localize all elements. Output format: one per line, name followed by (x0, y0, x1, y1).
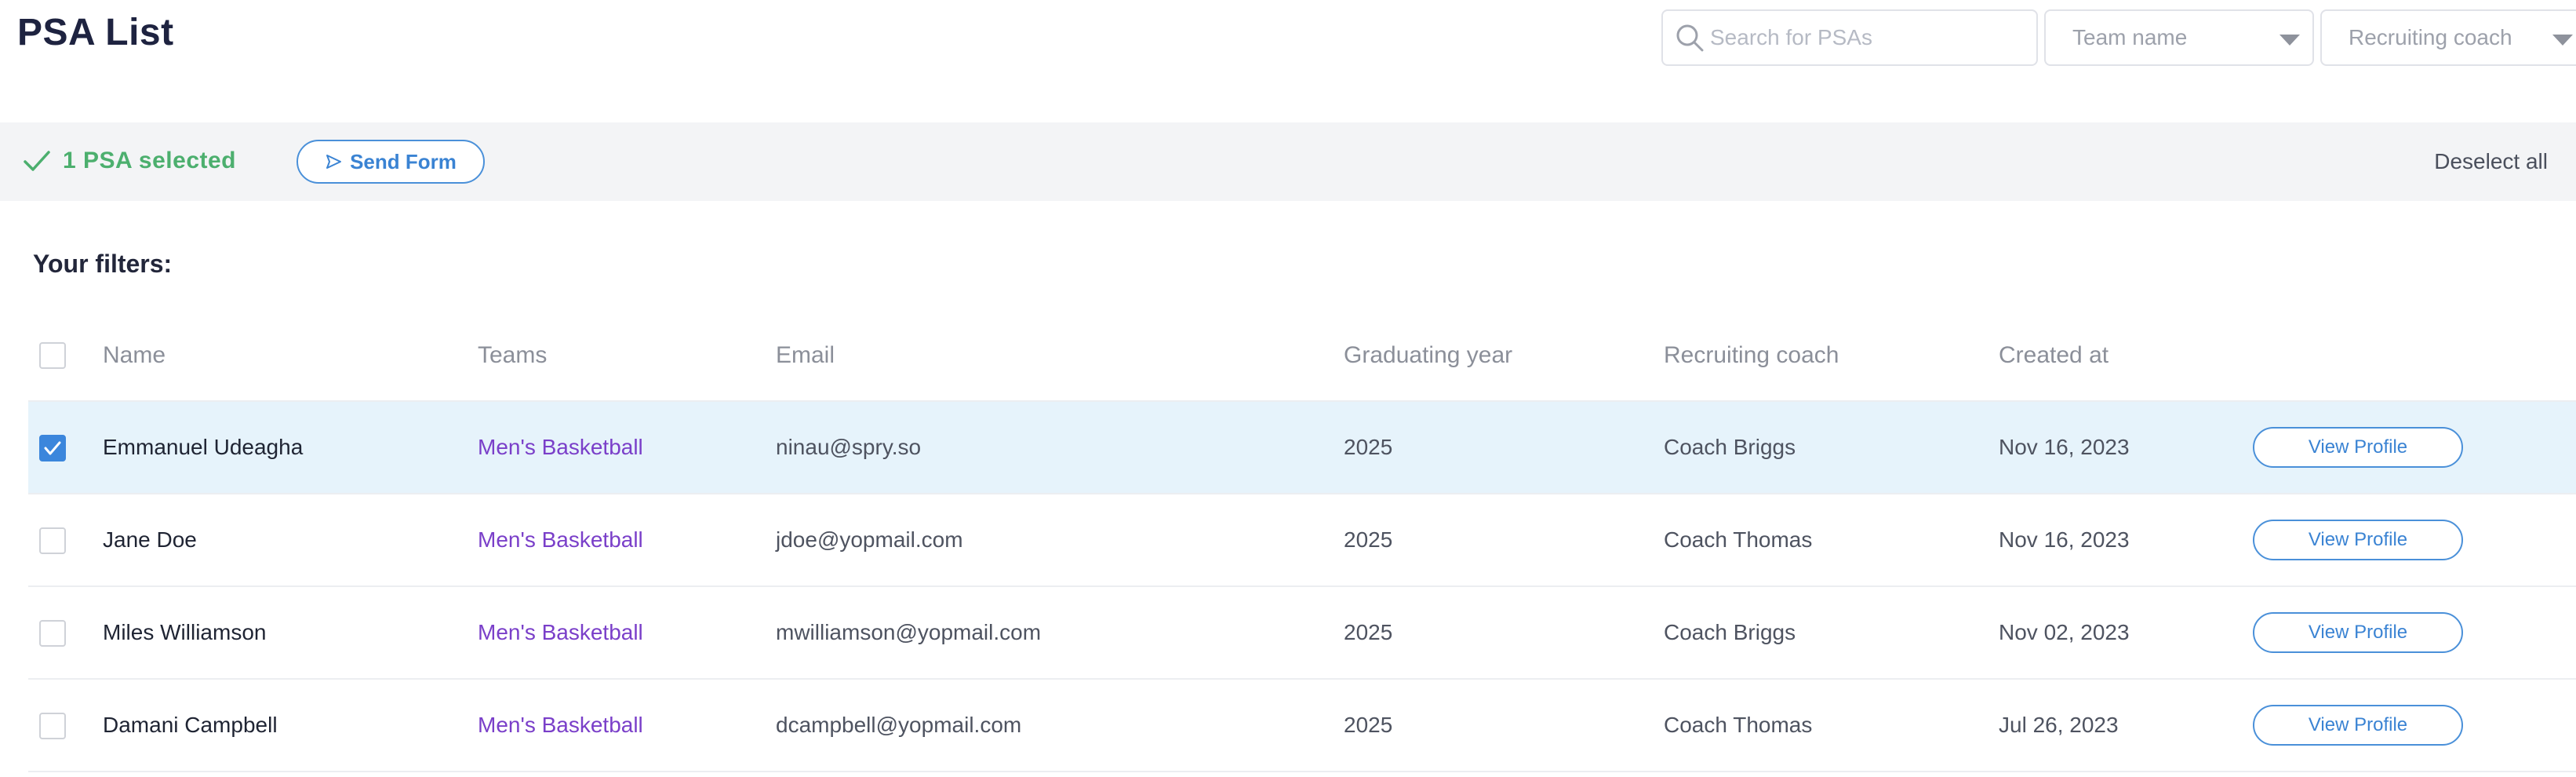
chevron-down-icon (2279, 35, 2300, 46)
page-title: PSA List (17, 12, 174, 53)
psa-team: Men's Basketball (478, 527, 643, 552)
psa-recruiting-coach: Coach Thomas (1664, 527, 1813, 552)
psa-email: dcampbell@yopmail.com (776, 713, 1022, 737)
column-header-created-at[interactable]: Created at (1999, 342, 2108, 369)
select-all-checkbox[interactable] (39, 342, 66, 369)
column-header-name[interactable]: Name (103, 342, 166, 369)
table-row[interactable]: Damani Campbell Men's Basketball dcampbe… (28, 678, 2576, 771)
table-row[interactable]: Jane Doe Men's Basketball jdoe@yopmail.c… (28, 493, 2576, 585)
selection-count-text: 1 PSA selected (63, 148, 236, 173)
psa-name: Miles Williamson (103, 620, 267, 644)
psa-recruiting-coach: Coach Briggs (1664, 435, 1796, 459)
search-icon (1676, 24, 1704, 52)
selection-bar: 1 PSA selected Send Form Deselect all (0, 122, 2576, 201)
your-filters-label: Your filters: (33, 250, 173, 278)
send-form-button[interactable]: Send Form (297, 140, 485, 184)
psa-graduating-year: 2025 (1344, 527, 1393, 552)
psa-graduating-year: 2025 (1344, 713, 1393, 737)
deselect-all-link[interactable]: Deselect all (2434, 149, 2548, 174)
psa-name: Damani Campbell (103, 713, 278, 737)
view-profile-button[interactable]: View Profile (2253, 520, 2463, 560)
psa-created-at: Nov 16, 2023 (1999, 435, 2130, 459)
psa-graduating-year: 2025 (1344, 620, 1393, 644)
column-header-graduating-year[interactable]: Graduating year (1344, 342, 1512, 369)
psa-team: Men's Basketball (478, 620, 643, 644)
view-profile-button[interactable]: View Profile (2253, 427, 2463, 468)
psa-email: mwilliamson@yopmail.com (776, 620, 1042, 644)
psa-graduating-year: 2025 (1344, 435, 1393, 459)
psa-team: Men's Basketball (478, 713, 643, 737)
recruiting-coach-dropdown-value: Recruiting coach (2349, 25, 2512, 49)
column-header-teams[interactable]: Teams (478, 342, 547, 369)
table-row[interactable]: Miles Williamson Men's Basketball mwilli… (28, 585, 2576, 678)
checkmark-icon (44, 441, 61, 455)
row-checkbox[interactable] (39, 713, 66, 739)
psa-team: Men's Basketball (478, 435, 643, 459)
checkmark-icon (24, 151, 50, 171)
table-row[interactable]: Emmanuel Udeagha Men's Basketball ninau@… (28, 400, 2576, 493)
table-bottom-divider (28, 771, 2576, 772)
row-checkbox[interactable] (39, 435, 66, 461)
row-checkbox[interactable] (39, 527, 66, 554)
column-header-email[interactable]: Email (776, 342, 835, 369)
send-icon (326, 155, 342, 169)
psa-recruiting-coach: Coach Briggs (1664, 620, 1796, 644)
row-checkbox[interactable] (39, 620, 66, 647)
send-form-label: Send Form (350, 149, 457, 173)
psa-email: jdoe@yopmail.com (776, 527, 963, 552)
column-header-recruiting-coach[interactable]: Recruiting coach (1664, 342, 1839, 369)
view-profile-button[interactable]: View Profile (2253, 612, 2463, 653)
psa-email: ninau@spry.so (776, 435, 922, 459)
psa-recruiting-coach: Coach Thomas (1664, 713, 1813, 737)
search-box[interactable] (1661, 9, 2038, 66)
search-input[interactable] (1710, 25, 2024, 50)
psa-created-at: Nov 02, 2023 (1999, 620, 2130, 644)
psa-created-at: Jul 26, 2023 (1999, 713, 2119, 737)
view-profile-button[interactable]: View Profile (2253, 705, 2463, 746)
team-name-dropdown[interactable]: Team name (2044, 9, 2314, 66)
chevron-down-icon (2552, 35, 2573, 46)
team-name-dropdown-value: Team name (2072, 25, 2188, 49)
recruiting-coach-dropdown[interactable]: Recruiting coach (2320, 9, 2576, 66)
psa-name: Emmanuel Udeagha (103, 435, 304, 459)
psa-name: Jane Doe (103, 527, 197, 552)
psa-created-at: Nov 16, 2023 (1999, 527, 2130, 552)
